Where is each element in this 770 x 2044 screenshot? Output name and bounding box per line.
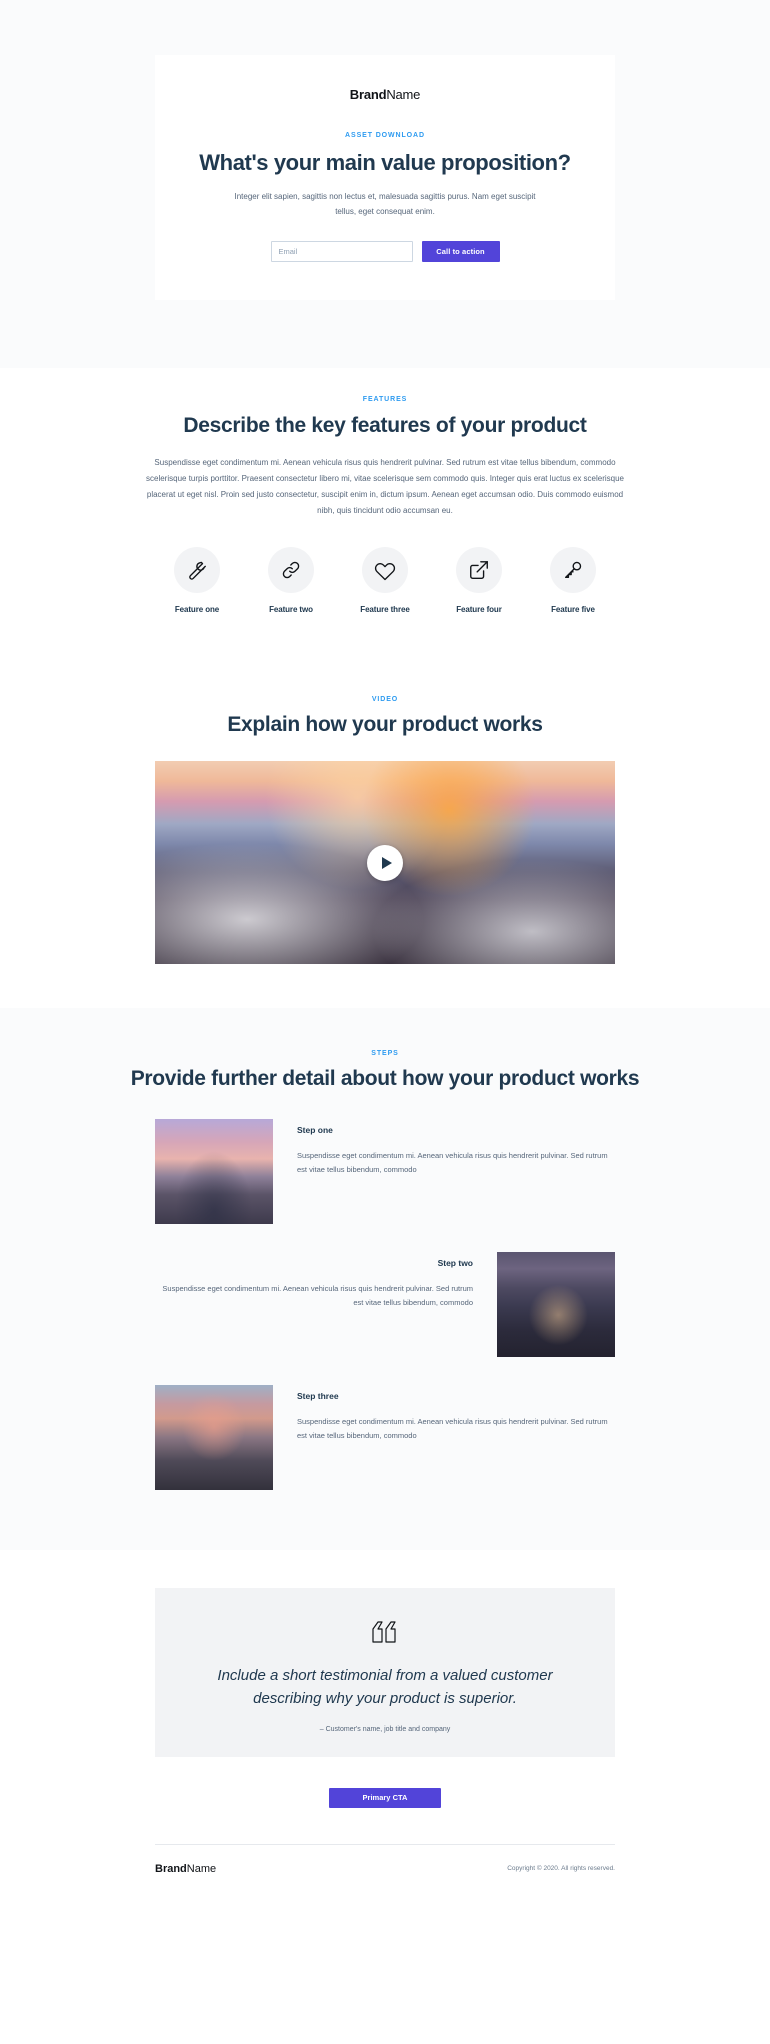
features-section: FEATURES Describe the key features of yo… (0, 368, 770, 658)
footer-brand-bold: Brand (155, 1862, 187, 1875)
heart-icon (362, 547, 408, 593)
step-text: Step two Suspendisse eget condimentum mi… (155, 1252, 497, 1310)
step-description: Suspendisse eget condimentum mi. Aenean … (297, 1151, 608, 1174)
step-description: Suspendisse eget condimentum mi. Aenean … (162, 1284, 473, 1307)
feature-label: Feature five (551, 605, 595, 614)
wrench-icon (174, 547, 220, 593)
step-one-image (155, 1119, 273, 1224)
step-title: Step one (297, 1125, 333, 1135)
email-capture-form: Call to action (195, 241, 575, 262)
features-title: Describe the key features of your produc… (183, 414, 587, 437)
step-item-one: Step one Suspendisse eget condimentum mi… (155, 1119, 615, 1224)
hero-title: What's your main value proposition? (199, 150, 571, 175)
video-thumbnail[interactable] (155, 761, 615, 964)
hero-subtitle: Integer elit sapien, sagittis non lectus… (234, 192, 536, 216)
video-title: Explain how your product works (227, 713, 543, 736)
external-link-icon (456, 547, 502, 593)
feature-label: Feature two (269, 605, 313, 614)
link-icon (268, 547, 314, 593)
feature-list: Feature one Feature two Feature three Fe… (0, 547, 770, 614)
play-triangle-icon (381, 856, 392, 869)
quotation-mark-icon (195, 1620, 575, 1646)
feature-item-two[interactable]: Feature two (255, 547, 328, 614)
step-two-image (497, 1252, 615, 1357)
video-section: VIDEO Explain how your product works (0, 658, 770, 1008)
hero-card: BrandName ASSET DOWNLOAD What's your mai… (155, 55, 615, 300)
play-button[interactable] (367, 844, 403, 881)
steps-title: Provide further detail about how your pr… (130, 1067, 640, 1090)
hero-section: BrandName ASSET DOWNLOAD What's your mai… (0, 0, 770, 368)
features-eyebrow: FEATURES (362, 396, 408, 403)
brand-logo[interactable]: BrandName (195, 87, 575, 102)
step-text: Step three Suspendisse eget condimentum … (273, 1385, 615, 1443)
email-input[interactable] (270, 241, 413, 262)
testimonial-section: Include a short testimonial from a value… (0, 1550, 770, 1808)
step-item-two: Step two Suspendisse eget condimentum mi… (155, 1252, 615, 1357)
primary-cta-button[interactable]: Primary CTA (329, 1787, 441, 1808)
steps-list: Step one Suspendisse eget condimentum mi… (155, 1119, 615, 1490)
feature-item-one[interactable]: Feature one (161, 547, 234, 614)
call-to-action-button[interactable]: Call to action (421, 241, 500, 262)
testimonial-quote: Include a short testimonial from a value… (217, 1667, 553, 1707)
step-description: Suspendisse eget condimentum mi. Aenean … (297, 1417, 608, 1440)
testimonial-attribution: – Customer's name, job title and company (319, 1726, 451, 1733)
step-image (155, 1385, 273, 1490)
feature-item-three[interactable]: Feature three (349, 547, 422, 614)
steps-eyebrow: STEPS (371, 1050, 399, 1057)
footer-brand-logo[interactable]: BrandName (155, 1863, 216, 1875)
step-title: Step two (437, 1258, 473, 1268)
video-eyebrow: VIDEO (371, 696, 399, 703)
brand-logo-regular: Name (386, 87, 421, 102)
hero-eyebrow: ASSET DOWNLOAD (345, 132, 425, 139)
features-body: Suspendisse eget condimentum mi. Aenean … (146, 458, 624, 515)
step-title: Step three (297, 1391, 339, 1401)
steps-section: STEPS Provide further detail about how y… (0, 1008, 770, 1550)
footer-copyright: Copyright © 2020. All rights reserved. (507, 1865, 615, 1872)
feature-label: Feature four (456, 605, 502, 614)
feature-label: Feature one (174, 605, 220, 614)
step-image (155, 1119, 273, 1224)
testimonial-card: Include a short testimonial from a value… (155, 1588, 615, 1757)
step-item-three: Step three Suspendisse eget condimentum … (155, 1385, 615, 1490)
footer-brand-regular: Name (186, 1862, 217, 1875)
step-three-image (155, 1385, 273, 1490)
step-image (497, 1252, 615, 1357)
primary-cta-container: Primary CTA (0, 1757, 770, 1808)
feature-label: Feature three (360, 605, 410, 614)
feature-item-four[interactable]: Feature four (443, 547, 516, 614)
step-text: Step one Suspendisse eget condimentum mi… (273, 1119, 615, 1177)
feature-item-five[interactable]: Feature five (537, 547, 610, 614)
brand-logo-bold: Brand (349, 87, 387, 102)
key-icon (550, 547, 596, 593)
footer: BrandName Copyright © 2020. All rights r… (155, 1843, 615, 1897)
landing-page: BrandName ASSET DOWNLOAD What's your mai… (0, 0, 770, 1897)
